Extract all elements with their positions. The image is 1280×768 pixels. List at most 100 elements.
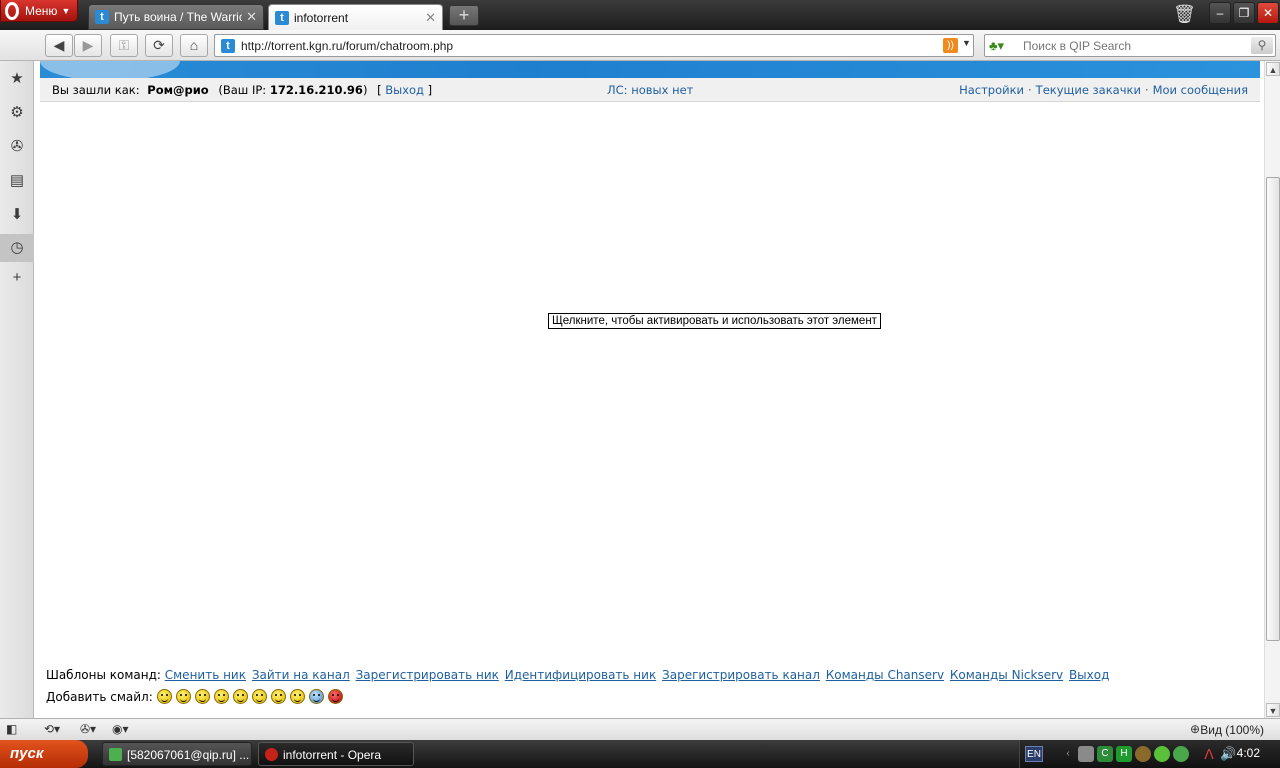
smiley-icon[interactable] [327,689,343,704]
command-nickserv[interactable]: Команды Nickserv [950,668,1063,682]
widgets-gear-icon[interactable]: ⚙ [7,103,27,123]
panel-toggle-icon[interactable]: ◧ [6,722,17,738]
trash-icon[interactable]: 🗑 [1173,4,1196,26]
wand-key-button[interactable]: ⚿ [110,34,138,57]
logout-bracket-close: ] [427,83,433,97]
opera-logo-icon [5,1,19,20]
rss-feed-icon[interactable]: )) [943,38,958,53]
search-engine-icon[interactable]: ♣▾ [989,38,1019,54]
tab-warrior[interactable]: t Путь воина / The Warrio... ✕ [88,4,264,30]
user-menu: Настройки · Текущие закачки · Мои сообщения [959,83,1248,97]
close-tab-icon[interactable]: ✕ [246,9,257,25]
tray-app-icon[interactable] [1173,746,1189,762]
smiley-icon[interactable] [175,689,191,704]
history-clock-icon[interactable]: ◷ [0,234,34,262]
command-chanserv[interactable]: Команды Chanserv [826,668,944,682]
pm-status[interactable]: ЛС: новых нет [607,83,693,97]
scroll-up-icon[interactable]: ▲ [1266,62,1280,76]
ip-address: 172.16.210.96 [269,83,363,97]
sync-icon[interactable]: ⟲▾ [44,722,60,738]
taskbar-item-qip[interactable]: [582067061@qip.ru] ... [102,742,252,766]
taskbar-item-label: infotorrent - Opera [283,748,382,762]
scroll-down-icon[interactable]: ▼ [1266,703,1280,717]
zoom-icon[interactable]: ⊕ [1190,722,1200,738]
search-icon[interactable]: ⚲ [1251,37,1273,54]
settings-link[interactable]: Настройки [959,83,1024,97]
window-close-button[interactable]: ✕ [1257,2,1279,24]
downloads-icon[interactable]: ⬇ [7,205,27,225]
start-button[interactable]: пуск [0,740,88,768]
smiley-icon[interactable] [251,689,267,704]
smiley-icon[interactable] [270,689,286,704]
new-tab-button[interactable]: + [449,5,479,26]
add-panel-icon[interactable]: + [7,268,27,288]
volume-icon[interactable]: 🔊 [1220,746,1236,762]
language-indicator[interactable]: EN [1025,746,1043,762]
scrollbar-thumb[interactable] [1266,177,1280,641]
notes-icon[interactable]: ▤ [7,171,27,191]
chat-flash-plugin[interactable]: Щелкните, чтобы активировать и использов… [40,103,1260,658]
site-favicon-icon: t [95,10,109,24]
logout-link[interactable]: Выход [385,83,424,97]
turbo-icon[interactable]: ◉▾ [112,722,129,738]
current-downloads-link[interactable]: Текущие закачки [1036,83,1141,97]
ip-suffix: ) [362,83,368,97]
status-bar: ◧ ⟲▾ ✇▾ ◉▾ ⊕ Вид (100%) [0,718,1280,740]
tab-infotorrent[interactable]: t infotorrent ✕ [268,4,443,30]
chevron-down-icon: ▼ [61,5,71,16]
qip-tray-icon[interactable] [1154,746,1170,762]
user-info: Вы зашли как: Ром@рио (Ваш IP: 172.16.21… [52,83,432,97]
smiley-icon[interactable] [194,689,210,704]
side-panel: ★ ⚙ ✇ ▤ ⬇ ◷ + [0,61,34,718]
unite-status-icon[interactable]: ✇▾ [80,722,96,738]
command-exit[interactable]: Выход [1069,668,1109,682]
home-button[interactable]: ⌂ [180,34,208,57]
antivirus-icon[interactable]: ᐱ [1201,746,1217,762]
tab-bar: Меню ▼ t Путь воина / The Warrio... ✕ t … [0,0,1280,30]
minimize-button[interactable]: – [1209,2,1231,24]
tray-app-icon[interactable]: H [1116,746,1132,762]
reload-button[interactable]: ⟳ [145,34,173,57]
bookmarks-icon[interactable]: ★ [7,69,27,89]
smiley-icon[interactable] [289,689,305,704]
windows-taskbar: пуск [582067061@qip.ru] ... infotorrent … [0,740,1280,768]
back-button[interactable]: ◀ [45,34,73,57]
tray-app-icon[interactable] [1135,746,1151,762]
smiley-icon[interactable] [213,689,229,704]
vertical-scrollbar[interactable]: ▲ ▼ [1264,61,1280,718]
command-register-nick[interactable]: Зарегистрировать ник [356,668,499,682]
tray-app-icon[interactable] [1078,746,1094,762]
forward-button[interactable]: ▶ [74,34,102,57]
user-info-bar: Вы зашли как: Ром@рио (Ваш IP: 172.16.21… [40,78,1260,102]
smiley-icon[interactable] [308,689,324,704]
url-input[interactable] [241,37,921,54]
close-tab-icon[interactable]: ✕ [425,10,436,26]
command-join-channel[interactable]: Зайти на канал [252,668,350,682]
taskbar-item-opera[interactable]: infotorrent - Opera [258,742,414,766]
site-banner [40,61,1260,78]
site-favicon-icon: t [221,39,235,53]
tab-label: Путь воина / The Warrio... [114,10,243,24]
activate-plugin-tooltip[interactable]: Щелкните, чтобы активировать и использов… [548,313,881,329]
smiley-icon[interactable] [232,689,248,704]
logout-bracket-open: [ [377,83,382,97]
tray-arrow-icon[interactable]: ‹ [1060,746,1076,762]
restore-button[interactable]: ❐ [1233,2,1255,24]
logged-in-label: Вы зашли как: [52,83,140,97]
command-identify-nick[interactable]: Идентифицировать ник [505,668,656,682]
search-input[interactable] [1023,37,1243,54]
taskbar-item-label: [582067061@qip.ru] ... [127,748,250,762]
address-bar[interactable]: t )) ▼ [214,34,974,57]
command-register-channel[interactable]: Зарегистрировать канал [662,668,820,682]
smiley-icon[interactable] [156,689,172,704]
search-box[interactable]: ♣▾ ⚲ [984,34,1276,57]
zoom-level[interactable]: Вид (100%) [1200,723,1264,737]
menu-button[interactable]: Меню ▼ [0,0,78,22]
opera-icon [265,748,278,761]
clock[interactable]: 4:02 [1237,746,1260,760]
my-messages-link[interactable]: Мои сообщения [1153,83,1248,97]
tray-app-icon[interactable]: C [1097,746,1113,762]
chevron-down-icon[interactable]: ▼ [962,38,971,48]
command-change-nick[interactable]: Сменить ник [165,668,246,682]
unite-icon[interactable]: ✇ [7,137,27,157]
